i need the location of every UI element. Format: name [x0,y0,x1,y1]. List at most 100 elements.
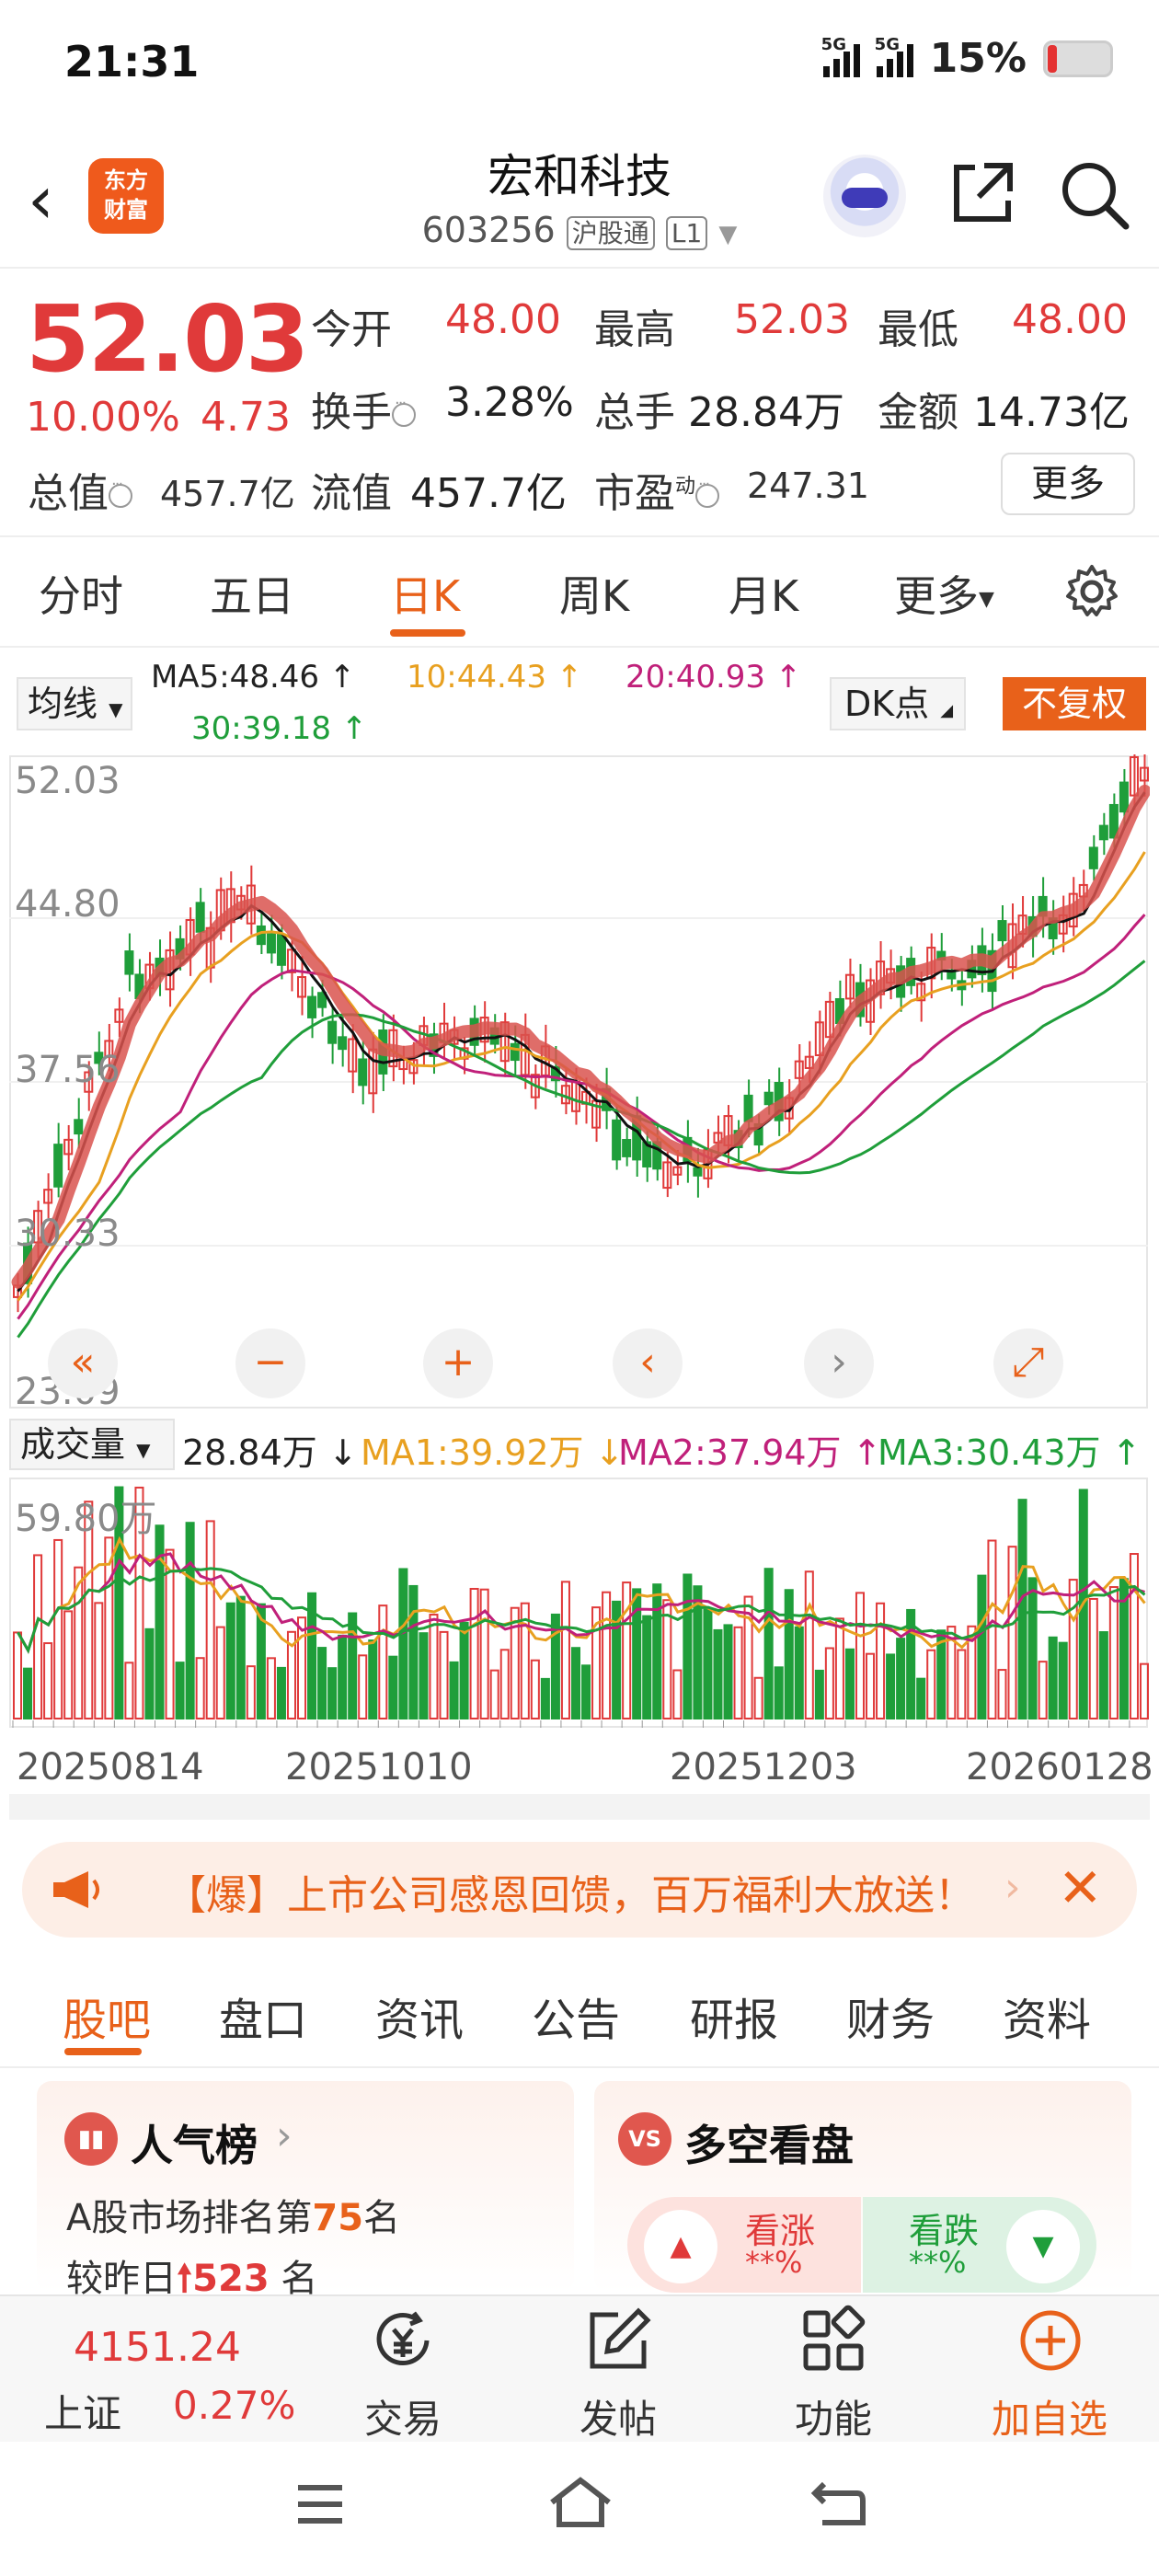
ma30-value: 30:39.18 ↑ [191,710,368,747]
tab-profile[interactable]: 资料 [1003,1984,1091,2048]
volume-bar [1129,1553,1139,1719]
dk-point-selector[interactable]: DK点 ◢ [830,677,966,730]
tab-weekly-k[interactable]: 周K [559,563,629,624]
post-edit-icon[interactable] [581,2304,655,2377]
volume-bar [763,1568,774,1720]
up-triangle-icon[interactable]: ▲ [644,2210,717,2283]
volume-bar [408,1584,419,1719]
battery-percent: 15% [929,35,1027,82]
trade-yen-icon[interactable] [366,2304,440,2377]
volume-bar [723,1624,733,1719]
assistant-robot-icon[interactable] [823,155,906,237]
volume-bar [266,1657,276,1720]
close-icon[interactable]: ✕ [1058,1857,1103,1919]
candle-body [763,1091,774,1106]
ma5-line [17,791,1146,1293]
info-icon[interactable] [392,394,416,427]
back-nav-icon[interactable] [809,2477,868,2530]
volume-bar [1038,1661,1048,1720]
volume-bar [733,1626,743,1719]
add-watchlist-label[interactable]: 加自选 [992,2388,1107,2444]
volume-bar [703,1608,713,1719]
popularity-title: 人气榜 [131,2121,258,2170]
volume-bar [175,1662,185,1719]
features-label[interactable]: 功能 [795,2388,872,2444]
megaphone-icon [53,1871,99,1908]
last-price: 52.03 [26,285,309,393]
volume-bar [834,1617,844,1719]
volume-bar [814,1669,824,1719]
share-icon[interactable] [947,158,1017,228]
search-icon[interactable] [1058,158,1131,232]
volume-bar [459,1621,469,1720]
tab-monthly-k[interactable]: 月K [729,563,798,624]
info-icon[interactable] [109,475,132,508]
settings-gear-icon[interactable] [1061,561,1122,622]
rank-line: A股市场排名第75名 [66,2197,401,2239]
volume-selector[interactable]: 成交量 ▼ [9,1419,175,1470]
ma10-value: 10:44.43 ↑ [407,659,583,696]
ma-selector[interactable]: 均线 ▼ [17,677,132,730]
volume-bar [987,1539,997,1719]
tab-forum[interactable]: 股吧 [63,1984,151,2048]
features-grid-icon[interactable] [797,2304,870,2377]
open-value: 48.00 [445,296,561,343]
volume-bar [622,1581,632,1719]
zoom-out-icon[interactable]: − [235,1328,305,1398]
scroll-left-fast-icon[interactable]: « [48,1328,118,1398]
tab-more[interactable]: 更多▼ [894,563,994,624]
low-value: 48.00 [1012,296,1128,343]
volume-bar [1017,1499,1027,1719]
more-button[interactable]: 更多 [1001,453,1135,515]
pe-value: 247.31 [747,466,869,506]
volume-bar [53,1538,63,1719]
zoom-in-icon[interactable]: + [423,1328,493,1398]
adjust-toggle[interactable]: 不复权 [1003,677,1146,730]
volume-bar [510,1606,520,1719]
tab-finance[interactable]: 财务 [846,1984,935,2048]
index-value[interactable]: 4151.24 [74,2324,241,2371]
menu-icon[interactable] [293,2478,348,2530]
quote-divider [0,535,1159,537]
tab-daily-k[interactable]: 日K [390,563,460,624]
down-triangle-icon[interactable]: ▼ [1006,2210,1080,2283]
add-watchlist-icon[interactable] [1014,2304,1087,2377]
candle-body [1098,824,1108,841]
index-name[interactable]: 上证 [44,2383,121,2439]
scroll-right-icon[interactable]: › [804,1328,874,1398]
candle-body [327,1020,338,1044]
index-change[interactable]: 0.27% [173,2383,295,2428]
tab-underline [64,2048,142,2055]
volume-bar [997,1669,1007,1719]
tab-research[interactable]: 研报 [690,1984,778,2048]
scroll-left-icon[interactable]: ‹ [613,1328,683,1398]
fullscreen-icon[interactable]: ⤢ [993,1328,1063,1398]
change-percent: 10.00% [26,394,180,441]
info-icon[interactable] [695,475,720,508]
tab-news[interactable]: 资讯 [375,1984,464,2048]
tab-five-day[interactable]: 五日 [210,563,294,624]
volume-ma2: MA2:37.94万 ↑ [618,1432,882,1473]
trade-label[interactable]: 交易 [364,2388,442,2444]
tab-intraday[interactable]: 分时 [39,563,123,624]
volume-bar [378,1604,388,1720]
tab-orderbook[interactable]: 盘口 [219,1984,307,2048]
home-icon[interactable] [546,2475,614,2530]
volume-chart[interactable] [9,1478,1150,1739]
banner-text[interactable]: 【爆】上市公司感恩回馈，百万福利大放送！ [166,1862,975,1921]
candle-body [1088,846,1098,869]
dropdown-icon: ▼ [718,221,738,248]
volume-bar [1098,1631,1108,1720]
candlestick-chart[interactable] [9,754,1150,1417]
tab-underline [390,629,465,637]
tab-announcements[interactable]: 公告 [532,1984,620,2048]
candle-body [358,1058,368,1087]
volume-bar [1088,1597,1098,1719]
post-label[interactable]: 发帖 [580,2388,657,2444]
volume-bar [94,1602,104,1719]
volume-bar [876,1602,886,1719]
volume-bar [195,1657,205,1720]
volume-bar [804,1570,814,1719]
volume-bar [855,1592,866,1720]
volume-bar [672,1669,683,1719]
